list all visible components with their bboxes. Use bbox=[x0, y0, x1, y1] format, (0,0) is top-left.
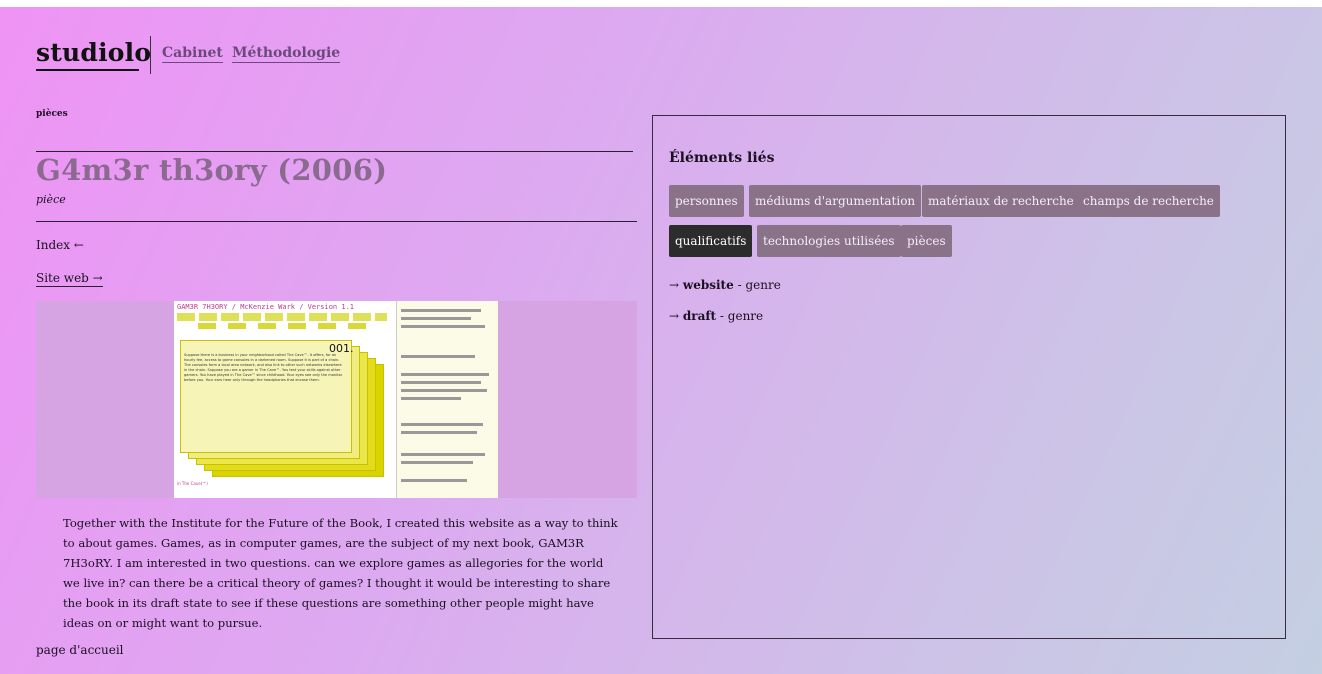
comment-line bbox=[401, 355, 475, 358]
relation-website[interactable]: → website - genre bbox=[669, 278, 781, 292]
screenshot-comments bbox=[396, 301, 498, 498]
comment-line bbox=[401, 431, 477, 434]
website-screenshot: GAM3R 7H3ORY / McKenzie Wark / Version 1… bbox=[174, 301, 498, 498]
breadcrumb[interactable]: pièces bbox=[36, 109, 68, 119]
comment-line bbox=[401, 381, 481, 384]
comment-line bbox=[401, 389, 487, 392]
tag-mediums-argumentation[interactable]: médiums d'argumentation bbox=[749, 185, 922, 217]
tag-champs-recherche[interactable]: champs de recherche bbox=[1077, 185, 1220, 217]
page-subtitle: pièce bbox=[36, 193, 66, 206]
nav-methodologie[interactable]: Méthodologie bbox=[232, 45, 341, 63]
tag-technologies-utilisees[interactable]: technologies utilisées bbox=[757, 225, 901, 257]
screenshot-title: GAM3R 7H3ORY / McKenzie Wark / Version 1… bbox=[177, 303, 355, 311]
comment-line bbox=[401, 309, 481, 312]
comment-line bbox=[401, 397, 461, 400]
page-title: G4m3r th3ory (2006) bbox=[36, 153, 388, 187]
comment-line bbox=[401, 373, 489, 376]
tag-pieces[interactable]: pièces bbox=[901, 225, 952, 257]
media-preview: GAM3R 7H3ORY / McKenzie Wark / Version 1… bbox=[36, 301, 637, 498]
relation-arrow: → bbox=[669, 278, 680, 292]
comment-line bbox=[401, 461, 473, 464]
comment-line bbox=[401, 317, 471, 320]
relation-draft[interactable]: → draft - genre bbox=[669, 309, 763, 323]
relation-type: - genre bbox=[719, 309, 764, 323]
comment-line bbox=[401, 479, 467, 482]
relation-arrow: → bbox=[669, 309, 680, 323]
comment-line bbox=[401, 423, 483, 426]
relation-name[interactable]: draft bbox=[683, 309, 716, 323]
screenshot-card-number: 001. bbox=[329, 342, 354, 355]
top-strip bbox=[0, 0, 1322, 7]
tag-personnes[interactable]: personnes bbox=[669, 185, 744, 217]
screenshot-footer: in The Cave(™) bbox=[177, 481, 208, 486]
title-top-rule bbox=[36, 151, 633, 152]
header-divider bbox=[150, 36, 151, 74]
title-bottom-rule bbox=[36, 221, 637, 222]
home-link[interactable]: page d'accueil bbox=[36, 643, 124, 657]
nav-cabinet[interactable]: Cabinet bbox=[162, 45, 223, 63]
panel-title: Éléments liés bbox=[669, 150, 775, 166]
screenshot-menu bbox=[177, 313, 387, 321]
brand-underline bbox=[36, 69, 139, 71]
comment-line bbox=[401, 325, 485, 328]
related-elements-panel: Éléments liés personnes médiums d'argume… bbox=[652, 115, 1286, 639]
comment-line bbox=[401, 453, 485, 456]
tag-qualificatifs[interactable]: qualificatifs bbox=[669, 225, 753, 257]
relation-name[interactable]: website bbox=[683, 278, 734, 292]
relation-type: - genre bbox=[737, 278, 781, 292]
site-brand[interactable]: studiolo bbox=[36, 38, 151, 67]
website-link[interactable]: Site web → bbox=[36, 271, 103, 287]
screenshot-pills bbox=[198, 323, 378, 329]
screenshot-card-text: Suppose there is a business in your neig… bbox=[184, 353, 343, 382]
index-link[interactable]: Index ← bbox=[36, 238, 84, 252]
page-description: Together with the Institute for the Futu… bbox=[63, 516, 618, 630]
tag-materiaux-recherche[interactable]: matériaux de recherche bbox=[922, 185, 1080, 217]
